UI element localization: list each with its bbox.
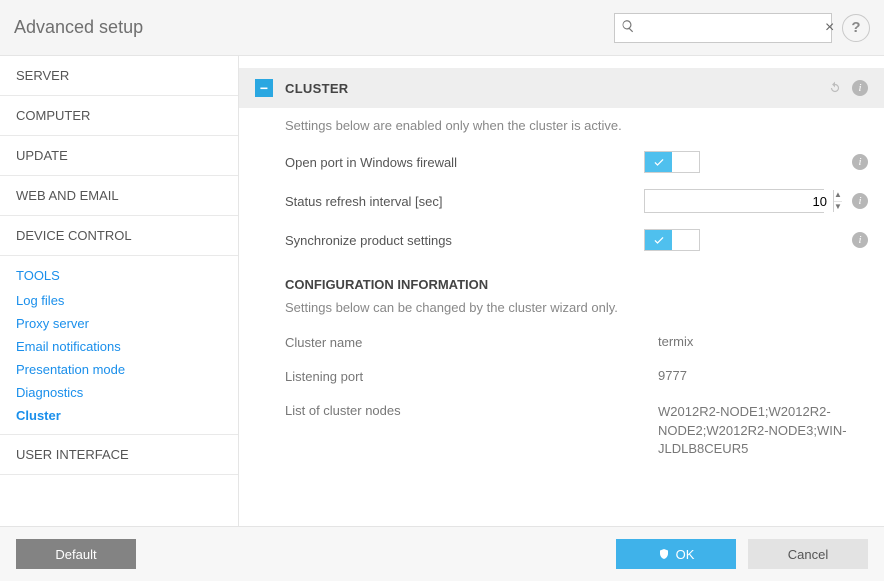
row-cluster-name: Cluster name termix xyxy=(239,325,884,359)
label-sync: Synchronize product settings xyxy=(285,233,644,248)
collapse-icon[interactable]: − xyxy=(255,79,273,97)
shield-icon xyxy=(658,547,670,561)
section-title-cluster: CLUSTER xyxy=(285,81,816,96)
sidebar-sub-log-files[interactable]: Log files xyxy=(0,289,238,312)
sidebar-item-device-control[interactable]: DEVICE CONTROL xyxy=(0,216,238,256)
sidebar-item-update[interactable]: UPDATE xyxy=(0,136,238,176)
reset-icon[interactable] xyxy=(828,81,842,95)
value-listening-port: 9777 xyxy=(658,367,868,385)
sidebar-item-tools[interactable]: TOOLS xyxy=(0,256,238,289)
toggle-open-port[interactable] xyxy=(644,151,700,173)
label-open-port: Open port in Windows firewall xyxy=(285,155,644,170)
label-refresh: Status refresh interval [sec] xyxy=(285,194,644,209)
config-note: Settings below can be changed by the clu… xyxy=(239,300,884,325)
value-cluster-name: termix xyxy=(658,333,868,351)
label-listening-port: Listening port xyxy=(285,369,658,384)
sidebar-item-web-email[interactable]: WEB AND EMAIL xyxy=(0,176,238,216)
sidebar-sub-presentation[interactable]: Presentation mode xyxy=(0,358,238,381)
info-icon[interactable]: i xyxy=(852,154,868,170)
toggle-sync[interactable] xyxy=(644,229,700,251)
sidebar: SERVER COMPUTER UPDATE WEB AND EMAIL DEV… xyxy=(0,56,239,526)
spin-up-icon[interactable]: ▲ xyxy=(834,190,842,202)
label-nodes: List of cluster nodes xyxy=(285,403,658,418)
search-input[interactable] xyxy=(635,20,823,35)
page-title: Advanced setup xyxy=(14,17,143,38)
ok-button[interactable]: OK xyxy=(616,539,736,569)
info-icon[interactable]: i xyxy=(852,193,868,209)
section-header-cluster: − CLUSTER i xyxy=(239,68,884,108)
sidebar-item-computer[interactable]: COMPUTER xyxy=(0,96,238,136)
info-icon[interactable]: i xyxy=(852,232,868,248)
check-icon xyxy=(645,230,672,250)
value-nodes: W2012R2-NODE1;W2012R2-NODE2;W2012R2-NODE… xyxy=(658,403,868,458)
sidebar-sub-email-notif[interactable]: Email notifications xyxy=(0,335,238,358)
row-listening-port: Listening port 9777 xyxy=(239,359,884,393)
search-icon xyxy=(621,19,635,36)
content-area: − CLUSTER i Settings below are enabled o… xyxy=(239,56,884,526)
cluster-note: Settings below are enabled only when the… xyxy=(239,108,884,143)
sidebar-sub-cluster[interactable]: Cluster xyxy=(0,404,238,427)
label-cluster-name: Cluster name xyxy=(285,335,658,350)
search-box[interactable]: × xyxy=(614,13,832,43)
info-icon[interactable]: i xyxy=(852,80,868,96)
footer-bar: Default OK Cancel xyxy=(0,526,884,581)
clear-search-icon[interactable]: × xyxy=(823,19,836,37)
sidebar-item-server[interactable]: SERVER xyxy=(0,56,238,96)
sidebar-sub-diagnostics[interactable]: Diagnostics xyxy=(0,381,238,404)
header-bar: Advanced setup × ? xyxy=(0,0,884,56)
sidebar-sub-proxy[interactable]: Proxy server xyxy=(0,312,238,335)
help-button[interactable]: ? xyxy=(842,14,870,42)
sidebar-item-user-interface[interactable]: USER INTERFACE xyxy=(0,435,238,475)
row-open-port: Open port in Windows firewall i xyxy=(239,143,884,181)
header-right: × ? xyxy=(614,13,870,43)
row-refresh-interval: Status refresh interval [sec] ▲ ▼ i xyxy=(239,181,884,221)
spin-down-icon[interactable]: ▼ xyxy=(834,202,842,213)
row-sync: Synchronize product settings i xyxy=(239,221,884,259)
ok-label: OK xyxy=(676,547,695,562)
refresh-input[interactable] xyxy=(645,190,833,212)
refresh-spinner[interactable]: ▲ ▼ xyxy=(644,189,824,213)
row-nodes: List of cluster nodes W2012R2-NODE1;W201… xyxy=(239,393,884,466)
subheading-config-info: CONFIGURATION INFORMATION xyxy=(239,259,884,300)
cancel-button[interactable]: Cancel xyxy=(748,539,868,569)
check-icon xyxy=(645,152,672,172)
default-button[interactable]: Default xyxy=(16,539,136,569)
